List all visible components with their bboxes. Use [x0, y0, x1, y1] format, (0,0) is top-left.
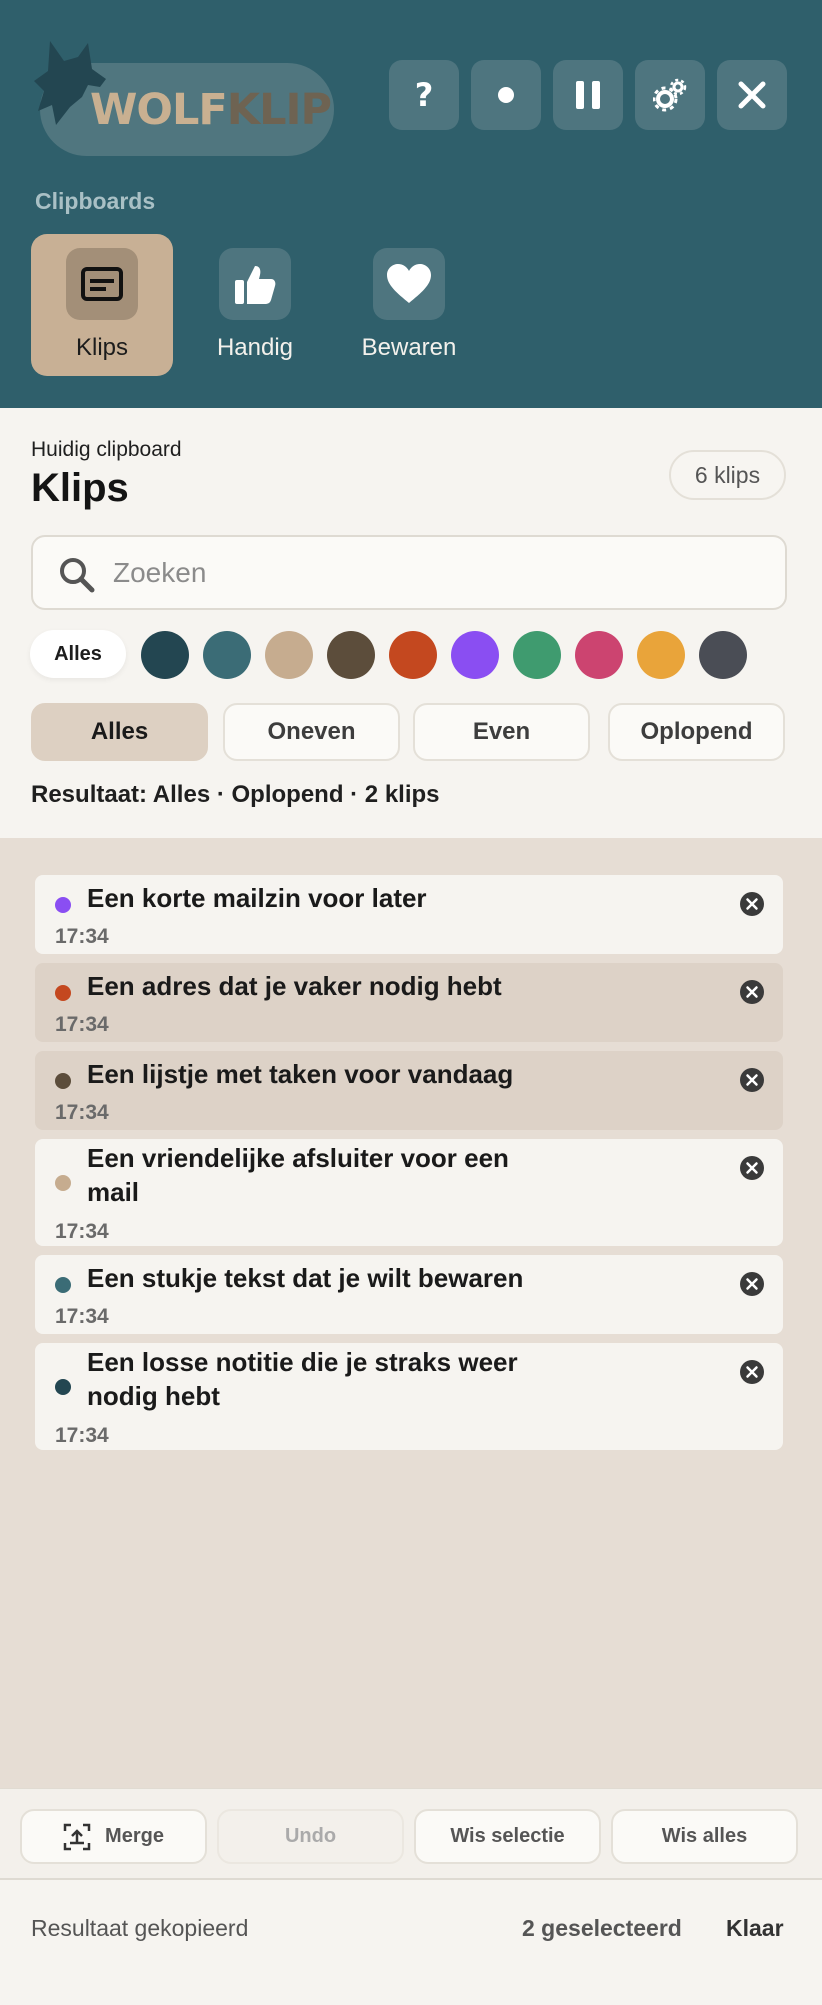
clip-text: Een adres dat je vaker nodig hebt: [87, 971, 502, 1001]
clip-text: Een losse notitie die je straks weer nod…: [87, 1347, 518, 1411]
clipboard-icon: [66, 248, 138, 320]
clip-time: 17:34: [55, 1013, 109, 1036]
clipboard-tab-label: Handig: [216, 334, 294, 361]
close-icon: [738, 81, 766, 109]
undo-button[interactable]: Undo: [217, 1809, 404, 1864]
clip-color-dot: [55, 985, 71, 1001]
clip-text: Een stukje tekst dat je wilt bewaren: [87, 1263, 524, 1293]
current-clipboard-subtitle: Huidig clipboard: [31, 438, 182, 461]
search-icon: [60, 558, 95, 593]
remove-clip-icon[interactable]: [739, 979, 765, 1005]
clipboard-tab-klips[interactable]: Klips: [31, 234, 173, 376]
color-filter-all[interactable]: Alles: [30, 630, 126, 678]
heart-icon: [373, 248, 445, 320]
status-message: Resultaat gekopieerd: [31, 1915, 249, 1941]
clip-text: Een korte mailzin voor later: [87, 883, 427, 913]
clip-item[interactable]: Een losse notitie die je straks weer nod…: [35, 1343, 783, 1450]
clip-color-dot: [55, 897, 71, 913]
clip-list: Een korte mailzin voor later 17:34 Een a…: [0, 838, 822, 1788]
clip-color-dot: [55, 1379, 71, 1395]
app-header: WOLFKLIP ? Clipboards Klips Handig Bewar…: [0, 0, 822, 408]
clip-color-dot: [55, 1277, 71, 1293]
color-swatch[interactable]: [141, 631, 189, 679]
current-clipboard-title: Klips: [31, 466, 129, 510]
merge-button[interactable]: Merge: [20, 1809, 207, 1864]
color-swatch[interactable]: [265, 631, 313, 679]
filter-oneven[interactable]: Oneven: [223, 703, 400, 761]
color-swatch[interactable]: [513, 631, 561, 679]
color-swatch[interactable]: [389, 631, 437, 679]
status-bar: Resultaat gekopieerd 2 geselecteerd Klaa…: [0, 1878, 822, 2005]
clip-time: 17:34: [55, 1305, 109, 1328]
record-button[interactable]: [471, 60, 541, 130]
clip-item[interactable]: Een adres dat je vaker nodig hebt 17:34: [35, 963, 783, 1042]
question-icon: ?: [414, 76, 434, 114]
search-input[interactable]: [113, 549, 753, 597]
color-swatch[interactable]: [637, 631, 685, 679]
clipboard-tab-bewaren[interactable]: Bewaren: [338, 234, 480, 376]
done-button[interactable]: Klaar: [726, 1915, 784, 1942]
clip-text: Een lijstje met taken voor vandaag: [87, 1059, 514, 1089]
clear-selection-button[interactable]: Wis selectie: [414, 1809, 601, 1864]
remove-clip-icon[interactable]: [739, 1067, 765, 1093]
clip-item[interactable]: Een korte mailzin voor later 17:34: [35, 875, 783, 954]
clip-time: 17:34: [55, 925, 109, 948]
clipboard-tab-label: Klips: [75, 334, 129, 361]
clip-count-badge: 6 klips: [669, 450, 786, 500]
clip-time: 17:34: [55, 1424, 109, 1447]
filter-oplopend[interactable]: Oplopend: [608, 703, 785, 761]
result-summary: Resultaat: Alles · Oplopend · 2 klips: [31, 781, 440, 808]
remove-clip-icon[interactable]: [739, 1271, 765, 1297]
pause-button[interactable]: [553, 60, 623, 130]
thumbs-up-icon: [219, 248, 291, 320]
filter-even[interactable]: Even: [413, 703, 590, 761]
color-swatch[interactable]: [327, 631, 375, 679]
remove-clip-icon[interactable]: [739, 1359, 765, 1385]
color-swatch[interactable]: [451, 631, 499, 679]
clip-text: Een vriendelijke afsluiter voor een mail: [87, 1143, 509, 1207]
help-button[interactable]: ?: [389, 60, 459, 130]
merge-icon: [63, 1823, 91, 1850]
selected-count: 2 geselecteerd: [522, 1915, 682, 1941]
clip-time: 17:34: [55, 1101, 109, 1124]
filter-alles[interactable]: Alles: [31, 703, 208, 761]
action-bar: Merge Undo Wis selectie Wis alles: [0, 1788, 822, 1878]
logo-text: WOLFKLIP: [90, 85, 332, 135]
color-swatch[interactable]: [699, 631, 747, 679]
color-swatch[interactable]: [575, 631, 623, 679]
clip-item[interactable]: Een stukje tekst dat je wilt bewaren 17:…: [35, 1255, 783, 1334]
clipboard-tab-handig[interactable]: Handig: [184, 234, 326, 376]
gears-icon: [653, 78, 687, 112]
clipboard-tab-label: Bewaren: [361, 334, 457, 361]
remove-clip-icon[interactable]: [739, 891, 765, 917]
merge-label: Merge: [105, 1825, 164, 1847]
remove-clip-icon[interactable]: [739, 1155, 765, 1181]
clip-item[interactable]: Een vriendelijke afsluiter voor een mail…: [35, 1139, 783, 1246]
clip-color-dot: [55, 1175, 71, 1191]
clear-all-button[interactable]: Wis alles: [611, 1809, 798, 1864]
clip-color-dot: [55, 1073, 71, 1089]
clip-time: 17:34: [55, 1220, 109, 1243]
dot-icon: [498, 87, 514, 103]
color-swatch[interactable]: [203, 631, 251, 679]
close-button[interactable]: [717, 60, 787, 130]
clipboards-label: Clipboards: [35, 188, 156, 214]
pause-icon: [576, 81, 600, 109]
settings-button[interactable]: [635, 60, 705, 130]
clip-item[interactable]: Een lijstje met taken voor vandaag 17:34: [35, 1051, 783, 1130]
search-box: [31, 535, 787, 610]
